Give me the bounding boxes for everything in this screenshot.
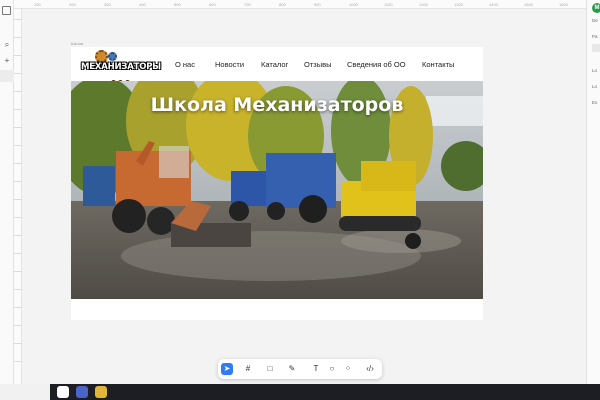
ruler-top: 100 200 300 400 500 600 700 800 900 1000 1100 1200 1… (14, 0, 586, 9)
ruler-tick (14, 289, 22, 290)
ruler-tick (14, 181, 22, 182)
menu-item-reviews[interactable]: Отзывы (304, 60, 331, 69)
file-explorer-icon[interactable] (95, 386, 107, 398)
code-icon[interactable]: ‹/› (364, 363, 376, 375)
menu-item-about[interactable]: О нас (175, 60, 195, 69)
ruler-tick: 1600 (559, 2, 568, 7)
ruler-tick: 600 (209, 2, 216, 7)
hero-section: Школа Механизаторов (71, 81, 483, 299)
website-frame[interactable]: МЕХАНИЗАТОРЫ О нас Новости Каталог Отзыв… (71, 47, 483, 320)
ruler-tick: 700 (244, 2, 251, 7)
ruler-tick (14, 199, 22, 200)
discord-icon[interactable] (76, 386, 88, 398)
ruler-tick: 1000 (349, 2, 358, 7)
ruler-tick (14, 253, 22, 254)
text-icon[interactable]: T (310, 363, 322, 375)
ruler-tick (14, 91, 22, 92)
bottom-toolbar: ➤ # □ ✎ T ○ ⁘ ‹/› (218, 359, 382, 379)
panel-label-design[interactable]: De (592, 18, 598, 23)
os-taskbar (0, 384, 600, 400)
ruler-tick (14, 127, 22, 128)
panel-label-page[interactable]: Pa (592, 34, 598, 39)
ruler-tick (14, 19, 22, 20)
ruler-tick: 900 (314, 2, 321, 7)
ruler-tick: 200 (69, 2, 76, 7)
ruler-tick (14, 217, 22, 218)
add-icon[interactable]: + (2, 56, 12, 66)
ruler-tick (14, 73, 22, 74)
site-logo[interactable]: МЕХАНИЗАТОРЫ (81, 50, 161, 85)
panel-label-local-1[interactable]: Lo (592, 68, 597, 73)
ruler-tick: 400 (139, 2, 146, 7)
search-icon[interactable]: ⌕ (2, 40, 12, 50)
menu-item-catalog[interactable]: Каталог (261, 60, 288, 69)
ruler-tick (14, 55, 22, 56)
ruler-tick (14, 361, 22, 362)
ruler-tick (14, 145, 22, 146)
logo-text: МЕХАНИЗАТОРЫ (81, 62, 161, 72)
design-canvas[interactable]: Школа МЕХАНИЗАТОРЫ О нас Новости Каталог… (22, 9, 586, 384)
ruler-tick (14, 271, 22, 272)
taskbar-search[interactable] (0, 384, 50, 400)
ruler-tick: 1200 (419, 2, 428, 7)
panel-label-export[interactable]: Ex (592, 100, 597, 105)
ruler-tick: 1500 (524, 2, 533, 7)
rectangle-icon[interactable]: □ (264, 363, 276, 375)
layer-row[interactable] (0, 70, 14, 82)
user-avatar[interactable]: M (592, 3, 600, 13)
panel-label-local-2[interactable]: Lo (592, 84, 597, 89)
menu-item-info[interactable]: Сведения об ОО (347, 60, 406, 69)
frame-tool-icon[interactable] (2, 6, 11, 15)
components-icon[interactable]: ⁘ (342, 363, 354, 375)
ruler-tick: 1300 (454, 2, 463, 7)
comment-icon[interactable]: ○ (326, 363, 338, 375)
pen-icon[interactable]: ✎ (286, 363, 298, 375)
wheels-icon (111, 72, 135, 85)
ruler-tick: 1100 (384, 2, 393, 7)
ruler-tick (14, 163, 22, 164)
site-navbar: МЕХАНИЗАТОРЫ О нас Новости Каталог Отзыв… (71, 47, 483, 85)
ruler-tick (14, 235, 22, 236)
ruler-tick (14, 307, 22, 308)
gear-icon (108, 52, 117, 61)
ruler-tick (14, 325, 22, 326)
ruler-left (14, 9, 22, 384)
hero-title: Школа Механизаторов (150, 94, 404, 116)
ruler-tick: 300 (104, 2, 111, 7)
menu-item-contacts[interactable]: Контакты (422, 60, 454, 69)
ruler-tick (14, 109, 22, 110)
yandex-browser-icon[interactable] (57, 386, 69, 398)
frame-label[interactable]: Школа (71, 41, 83, 46)
panel-swatch[interactable] (592, 44, 600, 52)
pointer-icon[interactable]: ➤ (221, 363, 233, 375)
ruler-tick (14, 343, 22, 344)
properties-panel: De Pa Lo Lo Ex (586, 0, 600, 384)
menu-item-news[interactable]: Новости (215, 60, 244, 69)
left-toolbar: ⌕ + (0, 0, 14, 384)
ruler-tick: 800 (279, 2, 286, 7)
ruler-tick (14, 37, 22, 38)
ruler-tick: 100 (34, 2, 41, 7)
frame-icon[interactable]: # (242, 363, 254, 375)
ruler-tick: 1400 (489, 2, 498, 7)
ruler-tick: 500 (174, 2, 181, 7)
